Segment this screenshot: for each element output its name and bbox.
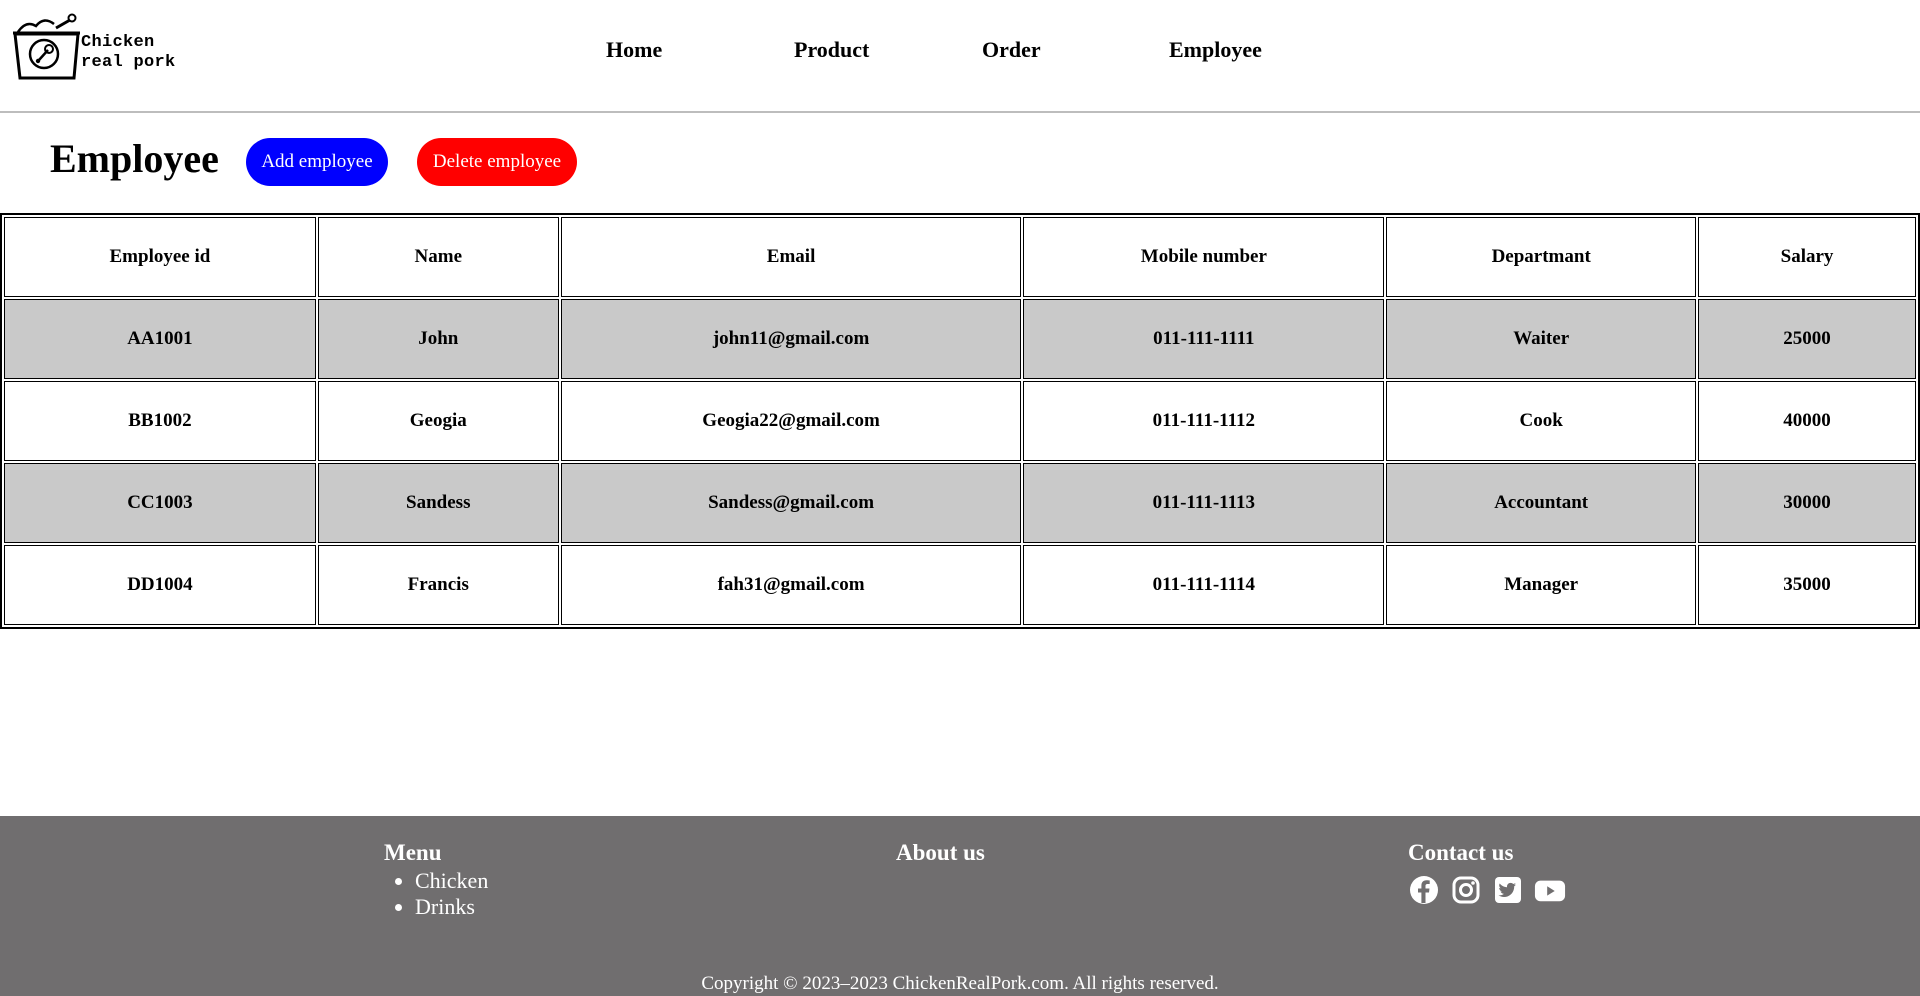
table-row[interactable]: AA1001 John john11@gmail.com 011-111-111… bbox=[4, 299, 1916, 379]
brand-line-1: Chicken bbox=[81, 33, 155, 52]
cell-email: john11@gmail.com bbox=[560, 299, 1022, 379]
nav-home[interactable]: Home bbox=[606, 37, 662, 63]
column-header-mobile: Mobile number bbox=[1023, 217, 1385, 297]
nav-product[interactable]: Product bbox=[794, 37, 869, 63]
cell-name: Sandess bbox=[317, 463, 559, 543]
social-links bbox=[1408, 874, 1566, 906]
footer-contact-section: Contact us bbox=[1408, 840, 1566, 906]
cell-salary: 35000 bbox=[1698, 545, 1916, 625]
twitter-icon[interactable] bbox=[1492, 874, 1524, 906]
add-employee-button[interactable]: Add employee bbox=[246, 138, 388, 186]
employee-table: Employee id Name Email Mobile number Dep… bbox=[0, 213, 1920, 629]
footer-menu-list: Chicken Drinks bbox=[384, 868, 488, 920]
table-row[interactable]: BB1002 Geogia Geogia22@gmail.com 011-111… bbox=[4, 381, 1916, 461]
cell-name: John bbox=[317, 299, 559, 379]
brand-line-2: real pork bbox=[81, 53, 176, 72]
cell-salary: 25000 bbox=[1698, 299, 1916, 379]
cell-department: Cook bbox=[1386, 381, 1697, 461]
column-header-name: Name bbox=[317, 217, 559, 297]
column-header-salary: Salary bbox=[1698, 217, 1916, 297]
footer-menu-title: Menu bbox=[384, 840, 442, 865]
cell-department: Accountant bbox=[1386, 463, 1697, 543]
footer-about-section: About us bbox=[896, 840, 985, 868]
cell-employee-id: AA1001 bbox=[4, 299, 316, 379]
cell-employee-id: DD1004 bbox=[4, 545, 316, 625]
delete-employee-button[interactable]: Delete employee bbox=[417, 138, 577, 186]
footer-contact-title: Contact us bbox=[1408, 840, 1514, 865]
cell-employee-id: BB1002 bbox=[4, 381, 316, 461]
cell-mobile: 011-111-1111 bbox=[1023, 299, 1385, 379]
copyright-text: Copyright © 2023–2023 ChickenRealPork.co… bbox=[701, 973, 1219, 994]
employee-table-container: Employee id Name Email Mobile number Dep… bbox=[0, 213, 1920, 629]
instagram-icon[interactable] bbox=[1450, 874, 1482, 906]
cell-mobile: 011-111-1113 bbox=[1023, 463, 1385, 543]
site-header: Chicken real pork Home Product Order Emp… bbox=[0, 0, 1920, 113]
table-row[interactable]: DD1004 Francis fah31@gmail.com 011-111-1… bbox=[4, 545, 1916, 625]
cell-department: Waiter bbox=[1386, 299, 1697, 379]
table-row[interactable]: CC1003 Sandess Sandess@gmail.com 011-111… bbox=[4, 463, 1916, 543]
cell-name: Geogia bbox=[317, 381, 559, 461]
table-header-row: Employee id Name Email Mobile number Dep… bbox=[4, 217, 1916, 297]
chicken-bucket-icon bbox=[13, 13, 80, 80]
cell-mobile: 011-111-1112 bbox=[1023, 381, 1385, 461]
footer-menu-section: Menu Chicken Drinks bbox=[384, 840, 488, 920]
cell-salary: 30000 bbox=[1698, 463, 1916, 543]
cell-department: Manager bbox=[1386, 545, 1697, 625]
youtube-icon[interactable] bbox=[1534, 874, 1566, 906]
cell-email: Geogia22@gmail.com bbox=[560, 381, 1022, 461]
cell-employee-id: CC1003 bbox=[4, 463, 316, 543]
footer-about-title[interactable]: About us bbox=[896, 840, 985, 866]
footer-menu-item-drinks[interactable]: Drinks bbox=[415, 894, 488, 920]
cell-email: Sandess@gmail.com bbox=[560, 463, 1022, 543]
cell-name: Francis bbox=[317, 545, 559, 625]
page-title: Employee bbox=[50, 136, 219, 181]
footer-menu-item-chicken[interactable]: Chicken bbox=[415, 868, 488, 894]
nav-employee[interactable]: Employee bbox=[1169, 37, 1262, 63]
brand-name: Chicken real pork bbox=[81, 33, 176, 73]
facebook-icon[interactable] bbox=[1408, 874, 1440, 906]
brand-logo[interactable]: Chicken real pork bbox=[12, 12, 192, 82]
column-header-email: Email bbox=[560, 217, 1022, 297]
site-footer: Menu Chicken Drinks About us Contact us … bbox=[0, 816, 1920, 996]
cell-mobile: 011-111-1114 bbox=[1023, 545, 1385, 625]
column-header-department: Departmant bbox=[1386, 217, 1697, 297]
cell-salary: 40000 bbox=[1698, 381, 1916, 461]
column-header-employee-id: Employee id bbox=[4, 217, 316, 297]
cell-email: fah31@gmail.com bbox=[560, 545, 1022, 625]
nav-order[interactable]: Order bbox=[982, 37, 1041, 63]
